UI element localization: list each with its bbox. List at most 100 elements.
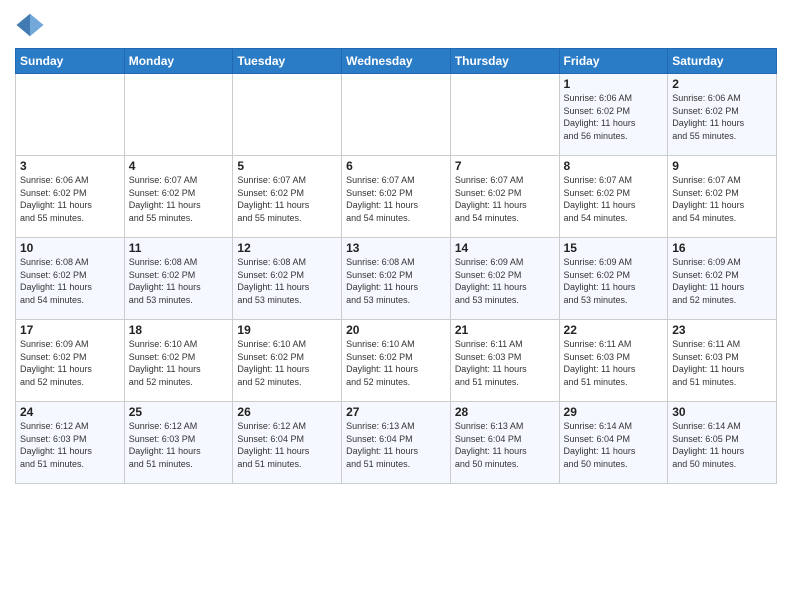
weekday-wednesday: Wednesday — [342, 49, 451, 74]
day-number: 19 — [237, 323, 337, 337]
day-number: 21 — [455, 323, 555, 337]
day-cell: 6Sunrise: 6:07 AM Sunset: 6:02 PM Daylig… — [342, 156, 451, 238]
day-cell — [450, 74, 559, 156]
day-number: 22 — [564, 323, 664, 337]
day-cell: 10Sunrise: 6:08 AM Sunset: 6:02 PM Dayli… — [16, 238, 125, 320]
day-cell: 1Sunrise: 6:06 AM Sunset: 6:02 PM Daylig… — [559, 74, 668, 156]
day-number: 30 — [672, 405, 772, 419]
day-number: 18 — [129, 323, 229, 337]
weekday-thursday: Thursday — [450, 49, 559, 74]
day-info: Sunrise: 6:10 AM Sunset: 6:02 PM Dayligh… — [129, 338, 229, 388]
day-cell: 9Sunrise: 6:07 AM Sunset: 6:02 PM Daylig… — [668, 156, 777, 238]
week-row-1: 3Sunrise: 6:06 AM Sunset: 6:02 PM Daylig… — [16, 156, 777, 238]
day-number: 6 — [346, 159, 446, 173]
calendar-page: SundayMondayTuesdayWednesdayThursdayFrid… — [0, 0, 792, 612]
weekday-monday: Monday — [124, 49, 233, 74]
day-info: Sunrise: 6:08 AM Sunset: 6:02 PM Dayligh… — [237, 256, 337, 306]
day-cell: 25Sunrise: 6:12 AM Sunset: 6:03 PM Dayli… — [124, 402, 233, 484]
day-number: 3 — [20, 159, 120, 173]
calendar-table: SundayMondayTuesdayWednesdayThursdayFrid… — [15, 48, 777, 484]
day-cell: 8Sunrise: 6:07 AM Sunset: 6:02 PM Daylig… — [559, 156, 668, 238]
day-info: Sunrise: 6:11 AM Sunset: 6:03 PM Dayligh… — [455, 338, 555, 388]
day-cell: 11Sunrise: 6:08 AM Sunset: 6:02 PM Dayli… — [124, 238, 233, 320]
day-cell: 23Sunrise: 6:11 AM Sunset: 6:03 PM Dayli… — [668, 320, 777, 402]
day-number: 20 — [346, 323, 446, 337]
day-cell: 26Sunrise: 6:12 AM Sunset: 6:04 PM Dayli… — [233, 402, 342, 484]
day-number: 5 — [237, 159, 337, 173]
day-info: Sunrise: 6:09 AM Sunset: 6:02 PM Dayligh… — [455, 256, 555, 306]
day-cell: 12Sunrise: 6:08 AM Sunset: 6:02 PM Dayli… — [233, 238, 342, 320]
day-info: Sunrise: 6:09 AM Sunset: 6:02 PM Dayligh… — [564, 256, 664, 306]
day-info: Sunrise: 6:13 AM Sunset: 6:04 PM Dayligh… — [346, 420, 446, 470]
day-number: 10 — [20, 241, 120, 255]
day-cell: 27Sunrise: 6:13 AM Sunset: 6:04 PM Dayli… — [342, 402, 451, 484]
weekday-sunday: Sunday — [16, 49, 125, 74]
day-cell: 15Sunrise: 6:09 AM Sunset: 6:02 PM Dayli… — [559, 238, 668, 320]
week-row-0: 1 Sunrise: 6:06 AM Sunset: 6:02 PM Daylig… — [16, 74, 777, 156]
day-number: 11 — [129, 241, 229, 255]
day-info: Sunrise: 6:11 AM Sunset: 6:03 PM Dayligh… — [564, 338, 664, 388]
day-info: Sunrise: 6:09 AM Sunset: 6:02 PM Dayligh… — [20, 338, 120, 388]
header — [15, 10, 777, 40]
day-cell: 13Sunrise: 6:08 AM Sunset: 6:02 PM Dayli… — [342, 238, 451, 320]
day-number: 27 — [346, 405, 446, 419]
day-number: 24 — [20, 405, 120, 419]
day-info: Sunrise: 6:08 AM Sunset: 6:02 PM Dayligh… — [129, 256, 229, 306]
day-info: Sunrise: 6:08 AM Sunset: 6:02 PM Dayligh… — [20, 256, 120, 306]
day-cell: 16Sunrise: 6:09 AM Sunset: 6:02 PM Dayli… — [668, 238, 777, 320]
logo — [15, 10, 49, 40]
day-info: Sunrise: 6:08 AM Sunset: 6:02 PM Dayligh… — [346, 256, 446, 306]
day-number: 4 — [129, 159, 229, 173]
day-number: 28 — [455, 405, 555, 419]
day-info: Sunrise: 6:14 AM Sunset: 6:05 PM Dayligh… — [672, 420, 772, 470]
day-cell: 4Sunrise: 6:07 AM Sunset: 6:02 PM Daylig… — [124, 156, 233, 238]
day-info: Sunrise: 6:07 AM Sunset: 6:02 PM Dayligh… — [455, 174, 555, 224]
day-number: 9 — [672, 159, 772, 173]
day-info: Sunrise: 6:13 AM Sunset: 6:04 PM Dayligh… — [455, 420, 555, 470]
day-number: 1 — [564, 77, 664, 91]
day-number: 17 — [20, 323, 120, 337]
day-cell — [124, 74, 233, 156]
day-number: 13 — [346, 241, 446, 255]
week-row-3: 17Sunrise: 6:09 AM Sunset: 6:02 PM Dayli… — [16, 320, 777, 402]
day-cell: 7Sunrise: 6:07 AM Sunset: 6:02 PM Daylig… — [450, 156, 559, 238]
day-cell — [16, 74, 125, 156]
day-number: 12 — [237, 241, 337, 255]
day-info: Sunrise: 6:14 AM Sunset: 6:04 PM Dayligh… — [564, 420, 664, 470]
day-cell — [233, 74, 342, 156]
weekday-tuesday: Tuesday — [233, 49, 342, 74]
day-cell: 30Sunrise: 6:14 AM Sunset: 6:05 PM Dayli… — [668, 402, 777, 484]
calendar-body: 1 Sunrise: 6:06 AM Sunset: 6:02 PM Daylig… — [16, 74, 777, 484]
day-number: 29 — [564, 405, 664, 419]
day-info: Sunrise: 6:06 AM Sunset: 6:02 PM Dayligh… — [20, 174, 120, 224]
day-info: Sunrise: 6:07 AM Sunset: 6:02 PM Dayligh… — [237, 174, 337, 224]
week-row-4: 24Sunrise: 6:12 AM Sunset: 6:03 PM Dayli… — [16, 402, 777, 484]
calendar-header: SundayMondayTuesdayWednesdayThursdayFrid… — [16, 49, 777, 74]
day-number: 26 — [237, 405, 337, 419]
day-number: 8 — [564, 159, 664, 173]
day-cell: 14Sunrise: 6:09 AM Sunset: 6:02 PM Dayli… — [450, 238, 559, 320]
day-cell: 17Sunrise: 6:09 AM Sunset: 6:02 PM Dayli… — [16, 320, 125, 402]
weekday-header-row: SundayMondayTuesdayWednesdayThursdayFrid… — [16, 49, 777, 74]
day-info: Sunrise: 6:12 AM Sunset: 6:03 PM Dayligh… — [20, 420, 120, 470]
day-info: Sunrise: 6:10 AM Sunset: 6:02 PM Dayligh… — [346, 338, 446, 388]
day-info: Sunrise: 6:06 AM Sunset: 6:02 PM Dayligh… — [672, 92, 772, 142]
day-cell: 22Sunrise: 6:11 AM Sunset: 6:03 PM Dayli… — [559, 320, 668, 402]
day-number: 2 — [672, 77, 772, 91]
day-cell: 2Sunrise: 6:06 AM Sunset: 6:02 PM Daylig… — [668, 74, 777, 156]
day-number: 23 — [672, 323, 772, 337]
day-info: Sunrise: 6:11 AM Sunset: 6:03 PM Dayligh… — [672, 338, 772, 388]
day-number: 16 — [672, 241, 772, 255]
weekday-saturday: Saturday — [668, 49, 777, 74]
day-cell: 18Sunrise: 6:10 AM Sunset: 6:02 PM Dayli… — [124, 320, 233, 402]
day-cell: 5Sunrise: 6:07 AM Sunset: 6:02 PM Daylig… — [233, 156, 342, 238]
day-info: Sunrise: 6:07 AM Sunset: 6:02 PM Dayligh… — [346, 174, 446, 224]
logo-icon — [15, 10, 45, 40]
day-cell: 21Sunrise: 6:11 AM Sunset: 6:03 PM Dayli… — [450, 320, 559, 402]
weekday-friday: Friday — [559, 49, 668, 74]
day-number: 14 — [455, 241, 555, 255]
day-info: Sunrise: 6:12 AM Sunset: 6:04 PM Dayligh… — [237, 420, 337, 470]
day-info: Sunrise: 6:07 AM Sunset: 6:02 PM Dayligh… — [672, 174, 772, 224]
day-info: Sunrise: 6:10 AM Sunset: 6:02 PM Dayligh… — [237, 338, 337, 388]
day-info: Sunrise: 6:07 AM Sunset: 6:02 PM Dayligh… — [129, 174, 229, 224]
